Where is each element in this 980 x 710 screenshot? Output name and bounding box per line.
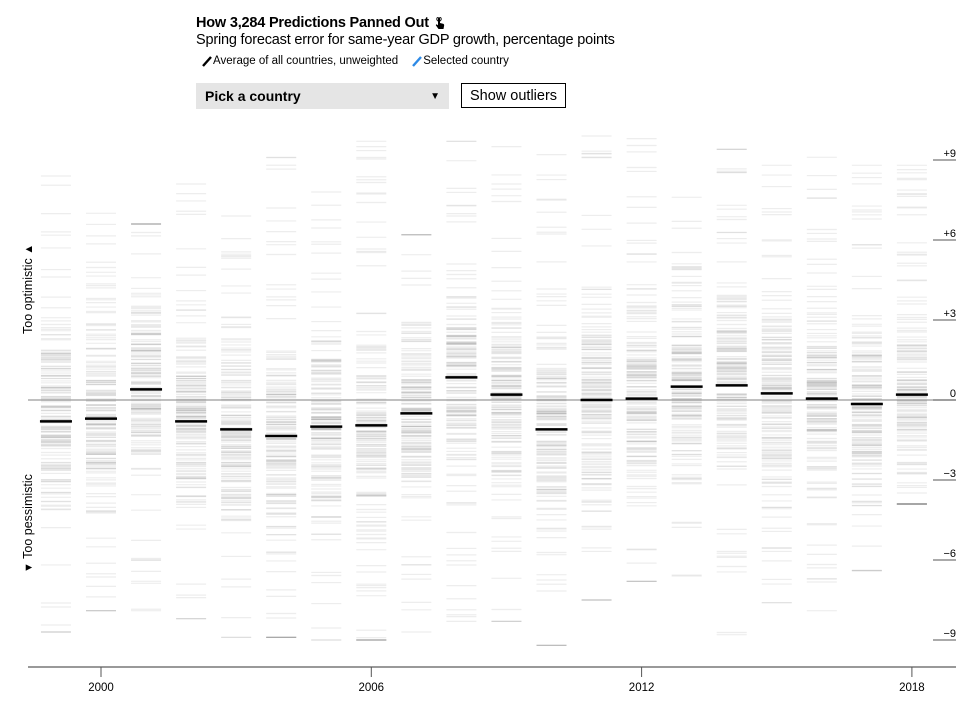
strip-2011: [581, 135, 612, 601]
strip-2000: [86, 212, 116, 612]
strip-2003: [221, 215, 252, 638]
y-tick-label: +9: [943, 148, 956, 160]
strip-1999: [40, 175, 71, 633]
arrow-down-icon: ▼: [23, 562, 35, 573]
y-tick-label: 0: [950, 388, 956, 400]
strip-2014: [716, 148, 747, 636]
y-tick-label: −9: [943, 628, 956, 640]
strip-2016: [806, 156, 837, 612]
y-tick-label: −3: [943, 468, 956, 480]
y-axis: +9 +6 +3 0 −3 −6 −9: [933, 148, 956, 641]
strip-2008: [446, 140, 477, 622]
strip-2006: [356, 140, 387, 641]
y-tick-label: −6: [943, 548, 956, 560]
forecast-strips: [40, 135, 927, 646]
strip-2007: [401, 234, 432, 633]
x-tick-label: 2018: [899, 682, 925, 694]
strip-2002: [176, 183, 207, 620]
strip-2018: [896, 164, 927, 505]
strip-2005: [311, 191, 342, 641]
strip-2009: [491, 146, 522, 622]
strip-2001: [131, 223, 162, 612]
average-markers: [39, 376, 928, 438]
x-tick-label: 2012: [629, 682, 655, 694]
strip-2012: [626, 138, 657, 582]
too-optimistic-text: Too optimistic: [21, 258, 35, 334]
x-tick-label: 2000: [88, 682, 114, 694]
x-tick-label: 2006: [359, 682, 385, 694]
strip-2017: [851, 164, 882, 572]
x-axis: 2000 2006 2012 2018: [88, 667, 925, 694]
strip-2015: [761, 164, 792, 604]
too-pessimistic-label: ▼ Too pessimistic: [21, 474, 35, 573]
arrow-up-icon: ▲: [23, 243, 35, 255]
y-tick-label: +3: [943, 308, 956, 320]
strip-2004: [266, 156, 297, 638]
strip-chart: +9 +6 +3 0 −3 −6 −9 2000 2006 2012 2018: [28, 135, 956, 694]
too-optimistic-label: Too optimistic ▲: [21, 244, 35, 334]
y-tick-label: +6: [943, 228, 956, 240]
too-pessimistic-text: Too pessimistic: [21, 474, 35, 559]
